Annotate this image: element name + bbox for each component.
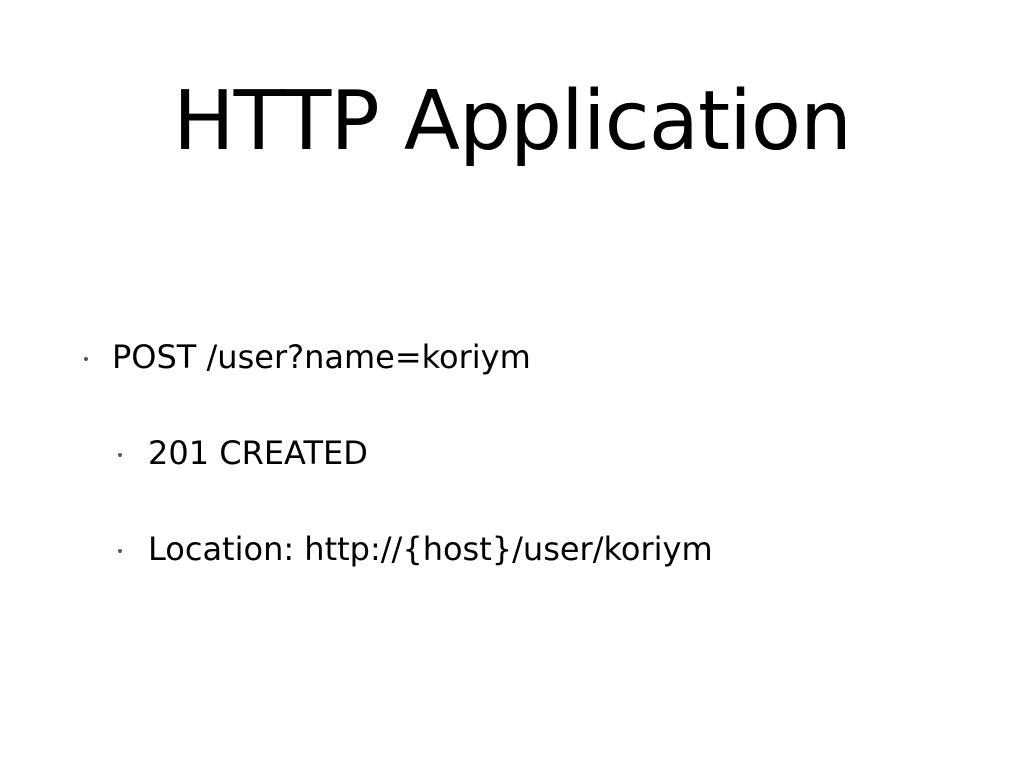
sub-bullet-text: Location: http://{host}/user/koriym bbox=[148, 530, 713, 568]
bullet-text: POST /user?name=koriym bbox=[112, 338, 531, 376]
bullet-dot-icon bbox=[118, 549, 122, 553]
bullet-dot-icon bbox=[84, 357, 88, 361]
slide: HTTP Application POST /user?name=koriym … bbox=[0, 0, 1024, 768]
bullet-dot-icon bbox=[118, 453, 122, 457]
sub-bullet-item: 201 CREATED bbox=[118, 433, 368, 473]
sub-bullet-text: 201 CREATED bbox=[148, 434, 368, 472]
bullet-item: POST /user?name=koriym bbox=[84, 337, 531, 377]
sub-bullet-item: Location: http://{host}/user/koriym bbox=[118, 529, 713, 569]
slide-title: HTTP Application bbox=[172, 74, 852, 169]
